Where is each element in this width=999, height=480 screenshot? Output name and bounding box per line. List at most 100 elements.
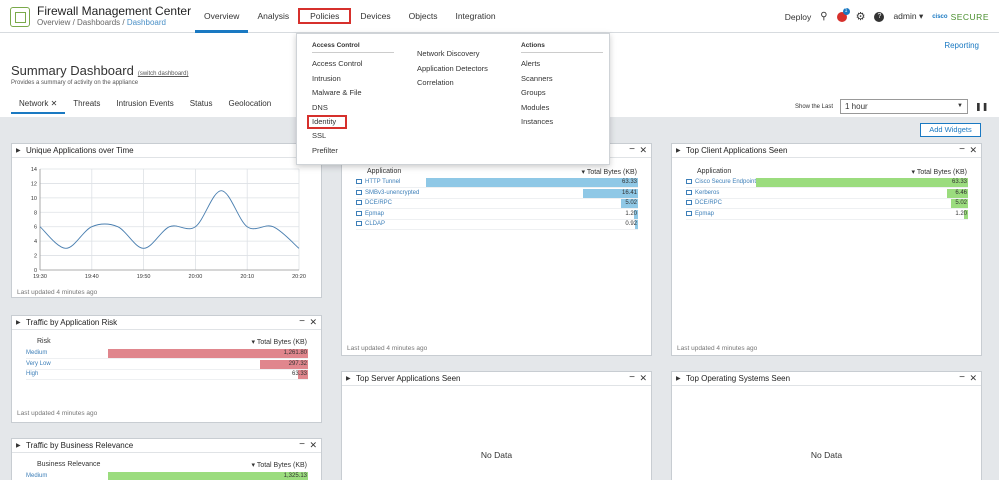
menu-item-network-discovery[interactable]: Network Discovery bbox=[417, 47, 488, 62]
menu-item-prefilter[interactable]: Prefilter bbox=[312, 144, 394, 159]
row-label-link[interactable]: Epmap bbox=[356, 210, 384, 217]
table-row[interactable]: DCE/RPC 5.02 bbox=[686, 199, 968, 209]
help-icon[interactable]: ? bbox=[874, 11, 885, 22]
time-range-select[interactable]: 1 hour ▼ bbox=[840, 99, 968, 114]
minimize-icon[interactable]: − bbox=[299, 316, 305, 327]
table-row[interactable]: Kerberos 6.46 bbox=[686, 188, 968, 199]
column-total-bytes[interactable]: ▾ Total Bytes (KB) bbox=[581, 168, 637, 176]
column-total-bytes[interactable]: ▾ Total Bytes (KB) bbox=[251, 461, 307, 469]
row-checkbox[interactable] bbox=[686, 179, 692, 184]
column-risk[interactable]: Risk bbox=[37, 338, 51, 345]
row-checkbox[interactable] bbox=[686, 200, 692, 205]
close-icon[interactable]: ✕ bbox=[969, 145, 977, 156]
minimize-icon[interactable]: − bbox=[959, 372, 965, 383]
tab-network[interactable]: Network ✕ bbox=[11, 99, 66, 114]
table-row[interactable]: CLDAP 0.92 bbox=[356, 220, 638, 230]
row-label-link[interactable]: CLDAP bbox=[356, 221, 385, 227]
table-row[interactable]: Medium 1,325.13 bbox=[26, 472, 308, 480]
row-label-link[interactable]: DCE/RPC bbox=[686, 200, 722, 206]
nav-devices[interactable]: Devices bbox=[351, 0, 399, 33]
tab-intrusion-events[interactable]: Intrusion Events bbox=[108, 99, 181, 114]
tab-status[interactable]: Status bbox=[182, 99, 221, 114]
row-label-link[interactable]: Epmap bbox=[686, 210, 714, 217]
menu-item-alerts[interactable]: Alerts bbox=[521, 57, 603, 72]
column-total-bytes[interactable]: ▾ Total Bytes (KB) bbox=[911, 168, 967, 176]
menu-item-ssl[interactable]: SSL bbox=[312, 129, 394, 144]
menu-item-access-control[interactable]: Access Control bbox=[312, 57, 394, 72]
user-menu[interactable]: admin ▾ bbox=[893, 11, 923, 22]
collapse-triangle-icon[interactable]: ▶ bbox=[676, 375, 681, 382]
collapse-triangle-icon[interactable]: ▶ bbox=[16, 319, 21, 326]
minimize-icon[interactable]: − bbox=[629, 144, 635, 155]
nav-objects[interactable]: Objects bbox=[400, 0, 447, 33]
close-icon[interactable]: ✕ bbox=[969, 373, 977, 384]
menu-item-modules[interactable]: Modules bbox=[521, 101, 603, 116]
collapse-triangle-icon[interactable]: ▶ bbox=[16, 147, 21, 154]
collapse-triangle-icon[interactable]: ▶ bbox=[16, 442, 21, 449]
row-checkbox[interactable] bbox=[356, 210, 362, 216]
close-icon[interactable]: ✕ bbox=[309, 317, 317, 328]
column-total-bytes[interactable]: ▾ Total Bytes (KB) bbox=[251, 338, 307, 346]
pause-icon[interactable]: ❚❚ bbox=[975, 102, 988, 111]
row-label-link[interactable]: Medium bbox=[26, 473, 47, 479]
row-label-link[interactable]: DCE/RPC bbox=[356, 200, 392, 206]
minimize-icon[interactable]: − bbox=[959, 144, 965, 155]
close-icon[interactable]: ✕ bbox=[639, 145, 647, 156]
row-checkbox[interactable] bbox=[356, 200, 362, 205]
row-checkbox[interactable] bbox=[356, 221, 362, 226]
column-application[interactable]: Application bbox=[697, 168, 731, 175]
menu-item-application-detectors[interactable]: Application Detectors bbox=[417, 62, 488, 77]
minimize-icon[interactable]: − bbox=[629, 372, 635, 383]
add-widgets-button[interactable]: Add Widgets bbox=[920, 123, 981, 137]
minimize-icon[interactable]: − bbox=[299, 439, 305, 450]
deploy-button[interactable]: Deploy bbox=[785, 12, 811, 22]
tab-threats[interactable]: Threats bbox=[65, 99, 108, 114]
table-row[interactable]: Epmap 1.20 bbox=[686, 209, 968, 220]
table-row[interactable]: Epmap 1.20 bbox=[356, 209, 638, 220]
row-checkbox[interactable] bbox=[686, 210, 692, 216]
breadcrumb-overview[interactable]: Overview bbox=[37, 18, 70, 27]
nav-overview[interactable]: Overview bbox=[195, 0, 249, 33]
menu-item-scanners[interactable]: Scanners bbox=[521, 72, 603, 87]
menu-item-correlation[interactable]: Correlation bbox=[417, 76, 488, 91]
row-label-link[interactable]: SMBv3-unencrypted bbox=[356, 189, 419, 196]
table-row[interactable]: SMBv3-unencrypted 16.41 bbox=[356, 188, 638, 199]
row-checkbox[interactable] bbox=[686, 189, 692, 195]
column-application[interactable]: Application bbox=[367, 168, 401, 175]
row-label-link[interactable]: Kerberos bbox=[686, 189, 719, 196]
close-icon[interactable]: ✕ bbox=[639, 373, 647, 384]
column-business-relevance[interactable]: Business Relevance bbox=[37, 461, 100, 468]
table-row[interactable]: DCE/RPC 5.02 bbox=[356, 199, 638, 209]
table-row[interactable]: Medium 1,261.80 bbox=[26, 349, 308, 359]
gear-icon[interactable]: ⚙ bbox=[856, 10, 866, 23]
table-row[interactable]: High 63.33 bbox=[26, 370, 308, 380]
switch-dashboard-link[interactable]: (switch dashboard) bbox=[138, 71, 189, 77]
row-label-link[interactable]: Medium bbox=[26, 350, 47, 356]
menu-item-groups[interactable]: Groups bbox=[521, 86, 603, 101]
row-label-link[interactable]: Cisco Secure Endpoint bbox=[686, 179, 756, 185]
search-icon[interactable]: ⚲ bbox=[820, 11, 827, 22]
breadcrumb-dashboards[interactable]: Dashboards bbox=[77, 18, 120, 27]
table-row[interactable]: HTTP Tunnel 63.33 bbox=[356, 178, 638, 188]
menu-item-instances[interactable]: Instances bbox=[521, 115, 603, 130]
menu-item-identity[interactable]: Identity bbox=[307, 115, 347, 129]
row-checkbox[interactable] bbox=[356, 189, 362, 195]
close-icon[interactable]: ✕ bbox=[51, 99, 58, 108]
menu-item-intrusion[interactable]: Intrusion bbox=[312, 72, 394, 87]
table-row[interactable]: Very Low 297.32 bbox=[26, 359, 308, 370]
notifications-icon[interactable]: 1 bbox=[836, 7, 850, 22]
collapse-triangle-icon[interactable]: ▶ bbox=[676, 147, 681, 154]
tab-geolocation[interactable]: Geolocation bbox=[220, 99, 279, 114]
row-label-link[interactable]: HTTP Tunnel bbox=[356, 179, 400, 185]
fmc-logo-icon[interactable] bbox=[10, 7, 30, 27]
close-icon[interactable]: ✕ bbox=[309, 440, 317, 451]
row-label-link[interactable]: High bbox=[26, 371, 38, 377]
nav-integration[interactable]: Integration bbox=[446, 0, 504, 33]
menu-item-dns[interactable]: DNS bbox=[312, 101, 394, 116]
menu-item-malware-file[interactable]: Malware & File bbox=[312, 86, 394, 101]
nav-analysis[interactable]: Analysis bbox=[248, 0, 298, 33]
nav-policies[interactable]: Policies bbox=[298, 8, 352, 24]
collapse-triangle-icon[interactable]: ▶ bbox=[346, 375, 351, 382]
row-checkbox[interactable] bbox=[356, 179, 362, 184]
table-row[interactable]: Cisco Secure Endpoint 63.33 bbox=[686, 178, 968, 188]
